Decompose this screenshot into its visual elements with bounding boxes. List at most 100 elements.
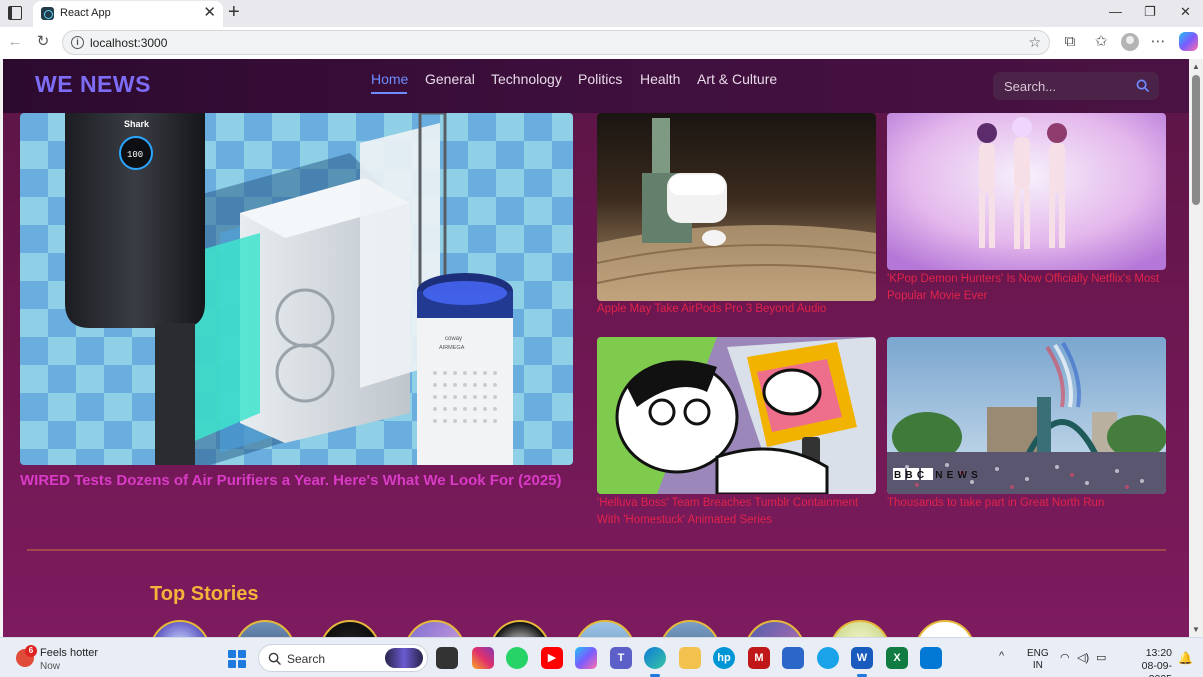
copilot-app-icon[interactable] — [575, 647, 597, 669]
system-clock[interactable]: 13:20 08-09-2025 — [1122, 647, 1172, 677]
featured-headline[interactable]: WIRED Tests Dozens of Air Purifiers a Ye… — [20, 471, 570, 490]
weather-app-icon[interactable] — [817, 647, 839, 669]
top-story-thumb[interactable] — [830, 620, 890, 637]
instagram-icon[interactable] — [472, 647, 494, 669]
airmega-model-text: AIRMEGA — [439, 345, 465, 351]
edge-icon[interactable] — [644, 647, 666, 669]
nav-art-culture[interactable]: Art & Culture — [697, 71, 777, 87]
shark-brand-text: Shark — [124, 119, 150, 129]
search-box — [993, 72, 1159, 100]
address-bar[interactable]: i localhost:3000 ☆ — [62, 30, 1050, 55]
featured-article-image[interactable]: Shark 100 coway AIRMEGA — [20, 113, 573, 465]
search-icon — [268, 652, 281, 665]
top-story-thumb[interactable] — [235, 620, 295, 637]
favorite-star-icon[interactable]: ☆ — [1028, 34, 1041, 51]
word-icon[interactable]: W — [851, 647, 873, 669]
card-image-great-north-run[interactable]: BBC NEWS — [887, 337, 1166, 494]
weather-alert-badge: 6 — [25, 645, 37, 657]
notification-bell-icon[interactable]: 🔔 — [1178, 651, 1193, 665]
purifier-display-value: 100 — [127, 150, 143, 160]
vscode-icon[interactable] — [920, 647, 942, 669]
top-story-thumb[interactable] — [915, 620, 975, 637]
top-story-thumb[interactable] — [490, 620, 550, 637]
clock-date: 08-09-2025 — [1141, 660, 1172, 677]
nav-active-indicator — [371, 92, 407, 94]
browser-toolbar: ← ↻ i localhost:3000 ☆ ⧉ ✩ ⋯ — [0, 27, 1203, 59]
nav-politics[interactable]: Politics — [578, 71, 622, 87]
coway-brand-text: coway — [445, 336, 462, 342]
profile-avatar[interactable] — [1121, 33, 1139, 51]
top-story-thumb[interactable] — [575, 620, 635, 637]
top-story-thumb[interactable] — [320, 620, 380, 637]
mcafee-icon[interactable]: M — [748, 647, 770, 669]
nav-general[interactable]: General — [425, 71, 475, 87]
site-info-icon[interactable]: i — [71, 36, 84, 49]
whatsapp-icon[interactable] — [506, 647, 528, 669]
nav-technology[interactable]: Technology — [491, 71, 562, 87]
site-logo[interactable]: WE NEWS — [35, 71, 151, 98]
top-story-thumb[interactable] — [660, 620, 720, 637]
wifi-icon[interactable]: ◠ — [1060, 651, 1070, 664]
reload-icon[interactable]: ↻ — [34, 33, 52, 51]
clock-time: 13:20 — [1145, 647, 1172, 659]
store-icon[interactable] — [782, 647, 804, 669]
windows-start-icon[interactable] — [228, 650, 246, 668]
maximize-button[interactable]: ❐ — [1144, 4, 1156, 20]
scroll-thumb[interactable] — [1192, 75, 1200, 205]
youtube-icon[interactable]: ▶ — [541, 647, 563, 669]
bbc-news-logo-text: BBC NEWS — [894, 470, 982, 481]
nav-home[interactable]: Home — [371, 71, 408, 87]
search-icon[interactable] — [1136, 79, 1149, 92]
copilot-icon[interactable] — [1179, 32, 1198, 51]
scroll-up-arrow-icon[interactable]: ▲ — [1192, 62, 1200, 71]
scroll-down-arrow-icon[interactable]: ▼ — [1192, 625, 1200, 634]
extensions-icon[interactable]: ⧉ — [1061, 33, 1079, 51]
language-code: ENG — [1027, 648, 1049, 659]
hp-icon[interactable]: hp — [713, 647, 735, 669]
top-story-thumb[interactable] — [150, 620, 210, 637]
taskbar-search-label: Search — [287, 652, 326, 666]
card-image-kpop[interactable] — [887, 113, 1166, 270]
minimize-button[interactable]: — — [1109, 4, 1122, 19]
card-image-airpods[interactable] — [597, 113, 876, 301]
tab-actions-icon[interactable] — [8, 6, 22, 20]
top-story-thumb[interactable] — [745, 620, 805, 637]
file-explorer-icon[interactable] — [679, 647, 701, 669]
weather-subtitle: Now — [40, 661, 61, 672]
language-indicator[interactable]: ENG IN — [1027, 648, 1049, 672]
react-favicon-icon — [41, 7, 54, 20]
top-story-thumb[interactable] — [405, 620, 465, 637]
excel-icon[interactable]: X — [886, 647, 908, 669]
top-stories-heading: Top Stories — [150, 583, 259, 605]
browser-tab[interactable]: React App ✕ — [33, 1, 223, 27]
search-highlight-icon — [385, 648, 423, 668]
tray-chevron-icon[interactable]: ^ — [999, 650, 1004, 662]
card-headline-4[interactable]: Thousands to take part in Great North Ru… — [887, 495, 1166, 512]
site-navbar: WE NEWS Home General Technology Politics… — [3, 59, 1189, 113]
teams-icon[interactable]: T — [610, 647, 632, 669]
card-image-helluva[interactable] — [597, 337, 876, 494]
tab-close-icon[interactable]: ✕ — [203, 4, 216, 22]
card-headline-1[interactable]: Apple May Take AirPods Pro 3 Beyond Audi… — [597, 301, 876, 318]
favorites-icon[interactable]: ✩ — [1092, 33, 1110, 51]
new-tab-button[interactable]: + — [228, 1, 240, 23]
page-scrollbar[interactable]: ▲ ▼ — [1189, 59, 1203, 637]
card-headline-2[interactable]: 'KPop Demon Hunters' Is Now Officially N… — [887, 271, 1166, 305]
weather-title[interactable]: Feels hotter — [40, 647, 98, 659]
volume-icon[interactable]: ◁) — [1077, 651, 1089, 664]
search-input[interactable] — [993, 72, 1133, 100]
close-window-button[interactable]: ✕ — [1180, 4, 1191, 20]
url-text[interactable]: localhost:3000 — [90, 36, 167, 50]
battery-icon[interactable]: ▭ — [1096, 651, 1106, 664]
browser-tab-bar: React App ✕ + — ❐ ✕ — [0, 0, 1203, 27]
section-divider — [27, 549, 1166, 551]
page-viewport: WE NEWS Home General Technology Politics… — [3, 59, 1189, 637]
region-code: IN — [1032, 660, 1043, 671]
task-view-icon[interactable] — [436, 647, 458, 669]
windows-taskbar: 6 Feels hotter Now Search ▶ T hp M W X ^… — [0, 637, 1203, 677]
back-arrow-icon[interactable]: ← — [6, 33, 24, 51]
more-menu-icon[interactable]: ⋯ — [1149, 33, 1167, 51]
card-headline-3[interactable]: 'Helluva Boss' Team Breaches Tumblr Cont… — [597, 495, 876, 529]
taskbar-search[interactable]: Search — [258, 644, 428, 672]
nav-health[interactable]: Health — [640, 71, 680, 87]
